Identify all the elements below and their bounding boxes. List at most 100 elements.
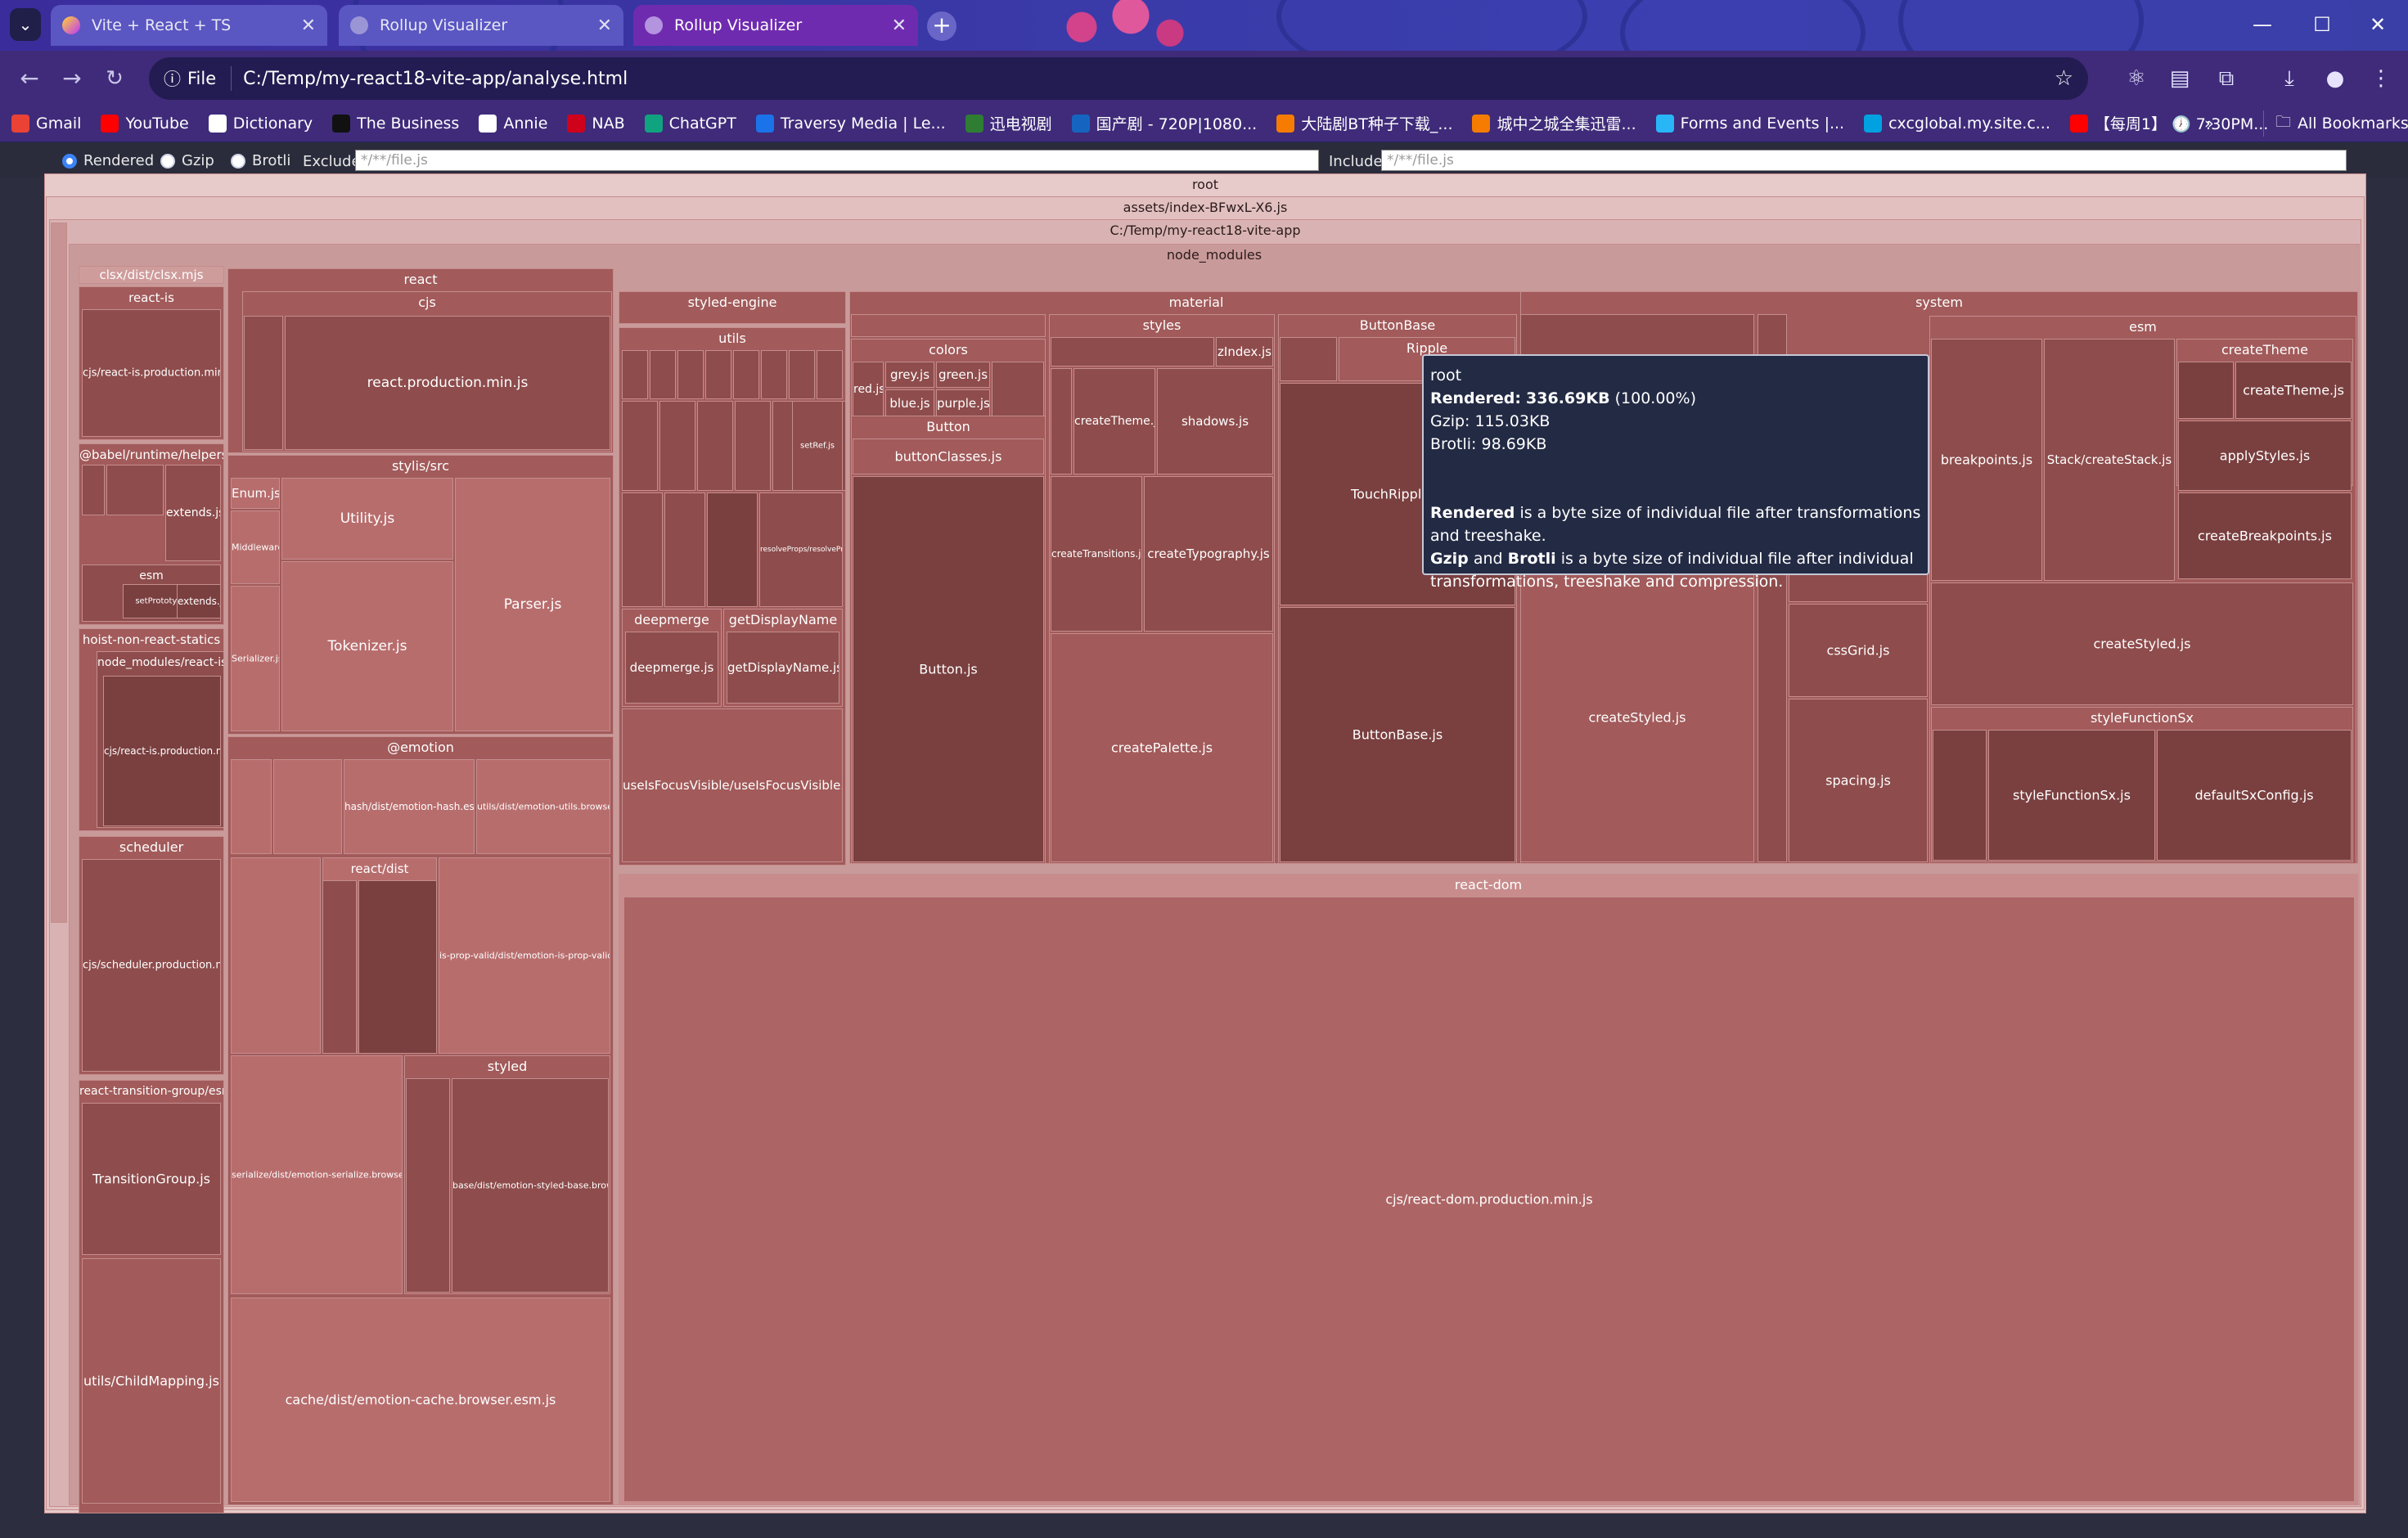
utils-cell[interactable] (705, 350, 731, 399)
window-close-icon[interactable]: ✕ (2353, 8, 2402, 41)
create-styled[interactable]: createStyled.js (1520, 573, 1754, 862)
bookmark-gmail[interactable]: Gmail (11, 114, 81, 133)
tab-vite-react[interactable]: Vite + React + TS ✕ (51, 5, 327, 46)
transition-group[interactable]: TransitionGroup.js (82, 1103, 221, 1255)
tab-rollup-visualizer-active[interactable]: Rollup Visualizer ✕ (633, 5, 918, 46)
hoist-prod[interactable]: cjs/react-is.production.min.js (103, 676, 221, 826)
create-palette[interactable]: createPalette.js (1051, 633, 1273, 862)
styled-a[interactable] (406, 1078, 450, 1293)
create-theme2[interactable]: createTheme.js (2235, 362, 2352, 419)
getdn-js[interactable]: getDisplayName.js (727, 632, 839, 704)
maximize-icon[interactable]: ☐ (2298, 8, 2347, 41)
react-small[interactable] (244, 316, 283, 450)
bookmark-star-icon[interactable]: ☆ (2055, 66, 2073, 91)
serialize-node[interactable]: serialize/dist/emotion-serialize.browser… (231, 1055, 403, 1294)
utils-cell[interactable] (733, 350, 759, 399)
shadows-node[interactable]: shadows.js (1157, 368, 1273, 474)
utils-cell[interactable] (622, 350, 648, 399)
menu-kebab-icon[interactable]: ⋮ (2366, 64, 2396, 93)
button-classes[interactable]: buttonClasses.js (853, 438, 1044, 474)
utils-lower3[interactable] (707, 492, 758, 607)
bookmark-traversy[interactable]: Traversy Media | Le... (755, 114, 946, 133)
child-mapping[interactable]: utils/ChildMapping.js (82, 1258, 221, 1504)
sfsx-js[interactable]: styleFunctionSx.js (1988, 730, 2155, 861)
minimize-icon[interactable]: — (2238, 8, 2287, 41)
emotion-sheet[interactable] (231, 857, 321, 1054)
bookmark-xundian[interactable]: 迅电视剧 (965, 112, 1052, 134)
colors-small[interactable] (992, 362, 1044, 417)
close-icon[interactable]: ✕ (301, 16, 316, 36)
close-icon[interactable]: ✕ (892, 16, 907, 36)
spacing-node[interactable]: spacing.js (1789, 699, 1928, 862)
utils-lower1[interactable] (622, 492, 663, 607)
utils-lower2[interactable] (664, 492, 705, 607)
breakpoints[interactable]: breakpoints.js (1931, 339, 2042, 581)
tab-search-button[interactable]: ⌄ (10, 8, 41, 41)
bookmark-annie[interactable]: Annie (479, 114, 547, 133)
new-tab-button[interactable]: + (927, 11, 956, 41)
bookmark-chatgpt[interactable]: ChatGPT (644, 114, 736, 133)
avatar[interactable]: ● (2320, 64, 2350, 93)
close-icon[interactable]: ✕ (597, 16, 612, 36)
utils-cell[interactable] (659, 401, 695, 491)
cssgrid-node[interactable]: cssGrid.js (1789, 604, 1928, 697)
styled-base[interactable]: base/dist/emotion-styled-base.browser.es… (452, 1078, 609, 1293)
blue-node[interactable]: blue.js (885, 389, 934, 417)
left-strip[interactable] (51, 223, 67, 923)
use-focus[interactable]: useIsFocusVisible/useIsFocusVisible.js (622, 708, 843, 862)
utils-em-node[interactable]: utils/dist/emotion-utils.browser.esm.js (476, 759, 610, 854)
forward-icon[interactable]: → (56, 62, 88, 95)
emotion-small1[interactable] (231, 759, 272, 854)
bookmark-dictionary[interactable]: Dictionary (208, 114, 313, 133)
ct-small[interactable] (2178, 362, 2234, 419)
styles-small[interactable] (1051, 337, 1214, 367)
create-theme[interactable]: createTheme.js (1073, 368, 1155, 474)
styles-a[interactable] (1051, 368, 1072, 474)
sfsx-small[interactable] (1933, 730, 1987, 861)
babel-small[interactable] (82, 465, 105, 515)
bookmark-daluju[interactable]: 大陆剧BT种子下载_... (1276, 112, 1452, 134)
bb-small[interactable] (1280, 337, 1337, 381)
red-node[interactable]: red.js (853, 362, 884, 417)
address-bar[interactable]: ⓘ File C:/Temp/my-react18-vite-app/analy… (149, 57, 2088, 100)
bookmarks-overflow-button[interactable]: » (2204, 115, 2214, 133)
create-typography[interactable]: createTypography.js (1144, 476, 1273, 632)
react-dist-a[interactable] (322, 880, 357, 1054)
bookmark-cxcglobal[interactable]: cxcglobal.my.site.c... (1864, 114, 2050, 133)
bookmark-guochanju[interactable]: 国产剧 - 720P|1080... (1071, 112, 1257, 134)
react-prod[interactable]: react.production.min.js (285, 316, 610, 450)
utility-node[interactable]: Utility.js (281, 478, 453, 560)
buttonbase-js[interactable]: ButtonBase.js (1280, 607, 1515, 862)
utils-cell[interactable] (761, 350, 787, 399)
utils-cell[interactable] (622, 401, 658, 491)
babel-mid[interactable] (106, 465, 164, 515)
resolve-props[interactable]: resolveProps/resolveProps.js (759, 492, 843, 607)
deepmerge-js[interactable]: deepmerge.js (625, 632, 718, 704)
download-icon[interactable]: ⤓ (2275, 64, 2304, 93)
extension-icon[interactable]: ▤ (2165, 64, 2194, 93)
utils-cell[interactable] (735, 401, 771, 491)
bookmark-weekly[interactable]: 【每周1】 🕖 7:30PM... (2069, 112, 2268, 134)
bookmark-the-business[interactable]: The Business (332, 114, 459, 133)
react-dom-prod[interactable]: cjs/react-dom.production.min.js (623, 897, 2355, 1502)
reload-icon[interactable]: ↻ (98, 62, 131, 95)
emotion-small2[interactable] (273, 759, 342, 854)
hash-node[interactable]: hash/dist/emotion-hash.esm.js (344, 759, 475, 854)
extends-node[interactable]: extends.js (165, 465, 221, 561)
create-styled2[interactable]: createStyled.js (1931, 582, 2353, 705)
is-prop-valid[interactable]: is-prop-valid/dist/emotion-is-prop-valid… (439, 857, 610, 1054)
tab-rollup-visualizer[interactable]: Rollup Visualizer ✕ (339, 5, 623, 46)
cache-node[interactable]: cache/dist/emotion-cache.browser.esm.js (231, 1297, 610, 1502)
serializer-node[interactable]: Serializer.js (231, 586, 280, 731)
all-bookmarks-button[interactable]: 🗀 All Bookmarks (2263, 110, 2408, 137)
bookmark-youtube[interactable]: YouTube (101, 114, 189, 133)
mat-small-strip[interactable] (851, 314, 1046, 337)
bookmark-chengzhongzhicheng[interactable]: 城中之城全集迅雷... (1472, 112, 1636, 134)
tokenizer-node[interactable]: Tokenizer.js (281, 561, 453, 731)
create-transitions[interactable]: createTransitions.js (1051, 476, 1142, 632)
utils-cell[interactable] (677, 350, 704, 399)
bookmark-forms-events[interactable]: Forms and Events |... (1655, 114, 1844, 133)
apply-styles[interactable]: applyStyles.js (2178, 420, 2352, 491)
react-is-prod[interactable]: cjs/react-is.production.min.js (82, 309, 221, 437)
default-sx[interactable]: defaultSxConfig.js (2157, 730, 2352, 861)
